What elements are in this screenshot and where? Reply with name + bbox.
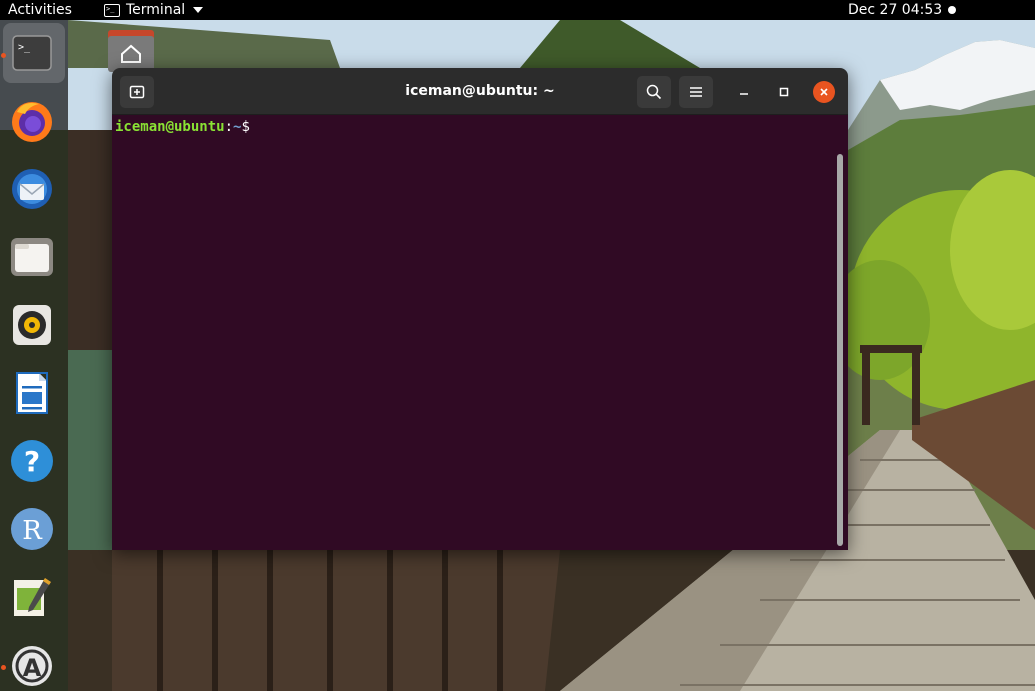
- dock-item-terminal[interactable]: >_: [0, 22, 68, 86]
- r-icon: R: [11, 508, 53, 550]
- scrollbar[interactable]: [837, 154, 843, 546]
- maximize-button[interactable]: [773, 81, 795, 103]
- search-icon: [646, 84, 662, 100]
- activities-button[interactable]: Activities: [8, 0, 72, 20]
- clock[interactable]: Dec 27 04:53: [848, 0, 942, 20]
- desktop-home-folder[interactable]: [108, 30, 154, 72]
- chevron-down-icon: [193, 7, 204, 13]
- running-indicator: [1, 53, 6, 58]
- rhythmbox-icon: [13, 305, 51, 345]
- search-button[interactable]: [637, 76, 671, 108]
- thunderbird-icon: [12, 169, 52, 209]
- dock-item-files[interactable]: [0, 226, 68, 290]
- text-editor-icon: [14, 578, 51, 616]
- help-icon: ?: [11, 440, 53, 482]
- libreoffice-writer-icon: [16, 372, 48, 414]
- dock-item-thunderbird[interactable]: [0, 158, 68, 222]
- dock-item-help[interactable]: ?: [0, 430, 68, 494]
- svg-text:R: R: [22, 516, 43, 546]
- maximize-icon: [779, 87, 789, 97]
- software-updater-icon: A: [12, 646, 52, 686]
- prompt-user-host: iceman@ubuntu: [115, 119, 225, 135]
- svg-text:?: ?: [24, 445, 40, 478]
- dock-item-rhythmbox[interactable]: [0, 294, 68, 358]
- svg-text:A: A: [23, 654, 42, 682]
- app-menu-button[interactable]: >_ Terminal: [104, 0, 204, 20]
- svg-text:>_: >_: [18, 42, 31, 53]
- dock-item-rstudio[interactable]: R: [0, 498, 68, 562]
- prompt-separator: :: [224, 119, 234, 135]
- firefox-icon: [12, 102, 52, 142]
- dock: >_ ? R A: [0, 20, 68, 691]
- files-icon: [11, 238, 53, 276]
- running-indicator: [1, 665, 6, 670]
- dock-item-libreoffice-writer[interactable]: [0, 362, 68, 426]
- app-menu-label: Terminal: [126, 2, 186, 18]
- minimize-button[interactable]: [733, 81, 755, 103]
- notification-dot-icon[interactable]: [948, 6, 956, 14]
- close-button[interactable]: [813, 81, 835, 103]
- menu-button[interactable]: [679, 76, 713, 108]
- close-icon: [820, 88, 828, 96]
- terminal-icon: >_: [104, 3, 120, 17]
- dock-item-firefox[interactable]: [0, 90, 68, 154]
- minimize-icon: [740, 93, 748, 95]
- terminal-icon: >_: [12, 35, 52, 71]
- shell-prompt: iceman@ubuntu:~$: [115, 119, 250, 135]
- top-bar: Activities >_ Terminal Dec 27 04:53: [0, 0, 1035, 20]
- terminal-window[interactable]: iceman@ubuntu: ~ iceman@ubuntu:~$: [112, 68, 848, 550]
- home-folder-icon: [108, 30, 154, 72]
- terminal-titlebar[interactable]: iceman@ubuntu: ~: [112, 68, 848, 115]
- new-tab-button[interactable]: [120, 76, 154, 108]
- new-tab-icon: [129, 85, 145, 99]
- terminal-content[interactable]: iceman@ubuntu:~$: [112, 115, 848, 550]
- prompt-symbol: $: [241, 119, 250, 135]
- hamburger-menu-icon: [690, 87, 702, 97]
- dock-item-text-editor[interactable]: [0, 566, 68, 630]
- dock-item-software-updater[interactable]: A: [0, 634, 68, 691]
